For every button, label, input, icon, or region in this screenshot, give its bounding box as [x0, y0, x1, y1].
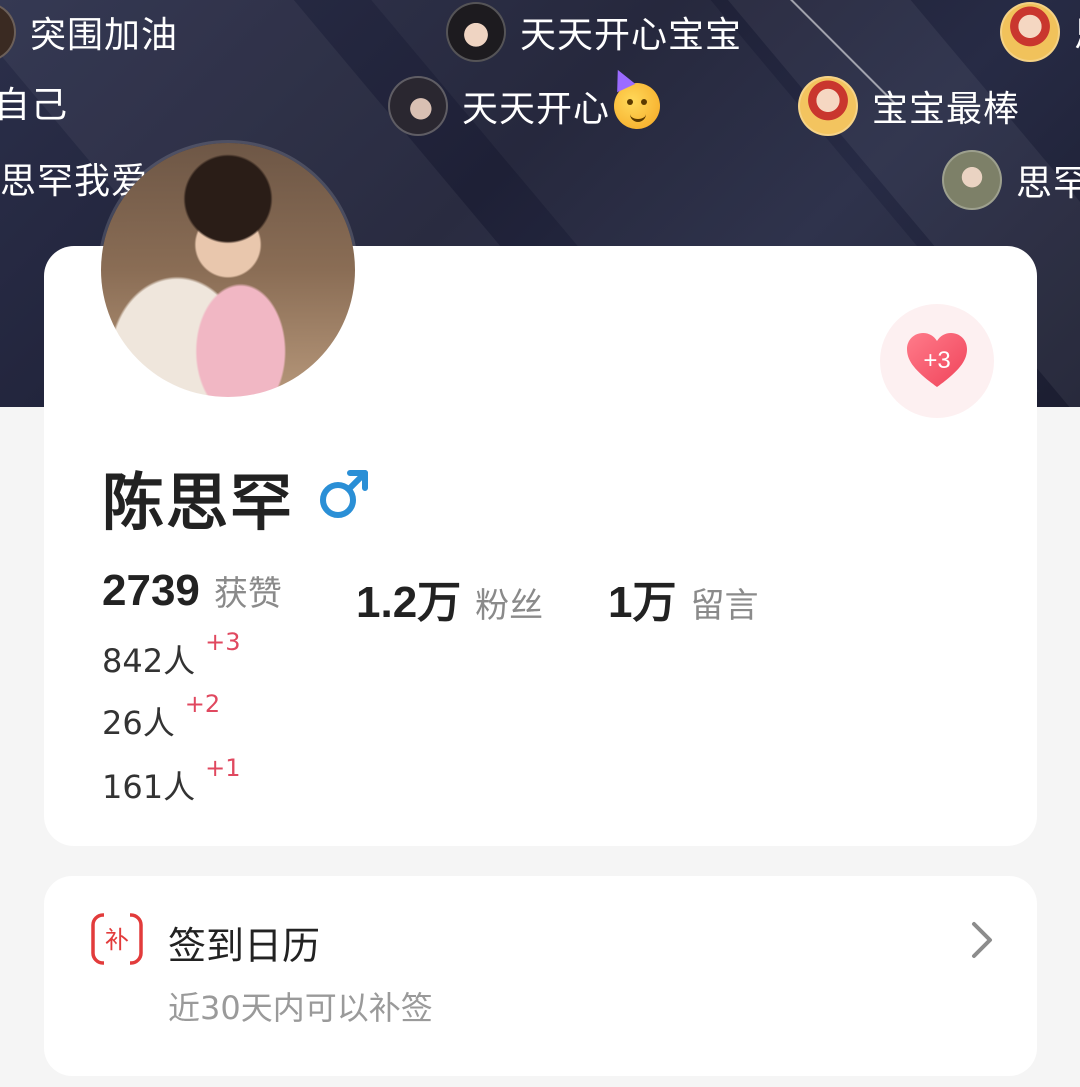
sub-stat-delta: +3 — [205, 628, 241, 656]
danmu-item[interactable]: 天天开心 — [388, 65, 661, 136]
sub-stat-count: 161人 — [102, 768, 196, 806]
danmu-text: 自己 — [0, 85, 69, 126]
sub-stat-delta: +2 — [184, 690, 221, 718]
like-button[interactable]: +3 — [880, 304, 994, 418]
danmu-avatar — [942, 150, 1002, 210]
danmu-item[interactable]: 思 — [1000, 2, 1080, 62]
danmu-text: 宝宝最棒 — [872, 89, 1021, 130]
danmu-text: 天天开心 — [462, 89, 611, 130]
checkin-icon: 补 — [91, 912, 143, 966]
sub-stat-delta: +1 — [205, 754, 241, 782]
party-emoji-icon — [608, 65, 661, 129]
checkin-icon-text: 补 — [105, 926, 129, 954]
stat-number: 1万 — [608, 578, 677, 627]
checkin-title: 签到日历 — [168, 924, 321, 968]
danmu-text: 天天开心宝宝 — [520, 15, 743, 56]
stat-messages[interactable]: 1万 留言 — [608, 566, 758, 630]
sub-stat-count: 842人 — [102, 642, 196, 680]
stat-label: 留言 — [690, 586, 759, 626]
danmu-item[interactable]: 突围加油 — [0, 2, 178, 62]
sub-stat-count: 26人 — [102, 704, 175, 742]
stat-fans[interactable]: 1.2万 粉丝 — [356, 566, 543, 630]
checkin-calendar-card[interactable] — [44, 876, 1037, 1076]
checkin-description: 近30天内可以补签 — [168, 989, 433, 1027]
profile-name: 陈思罕 — [102, 466, 295, 539]
danmu-item[interactable]: 思罕 — [942, 150, 1080, 210]
chevron-right-icon[interactable] — [966, 920, 996, 960]
stat-number: 1.2万 — [356, 578, 462, 627]
danmu-avatar — [0, 2, 16, 62]
stat-label: 获赞 — [213, 574, 282, 614]
danmu-avatar — [1000, 2, 1060, 62]
sub-stat-row: 26人 +2 — [102, 690, 220, 744]
sub-stat-row: 842人 +3 — [102, 628, 240, 682]
male-icon — [320, 470, 368, 518]
danmu-avatar — [798, 76, 858, 136]
like-badge: +3 — [923, 347, 951, 374]
danmu-text: 突围加油 — [30, 15, 179, 56]
danmu-avatar — [446, 2, 506, 62]
stat-likes[interactable]: 2739 获赞 — [102, 566, 282, 616]
danmu-item[interactable]: 自己 — [0, 76, 68, 128]
danmu-avatar — [388, 76, 448, 136]
danmu-item[interactable]: 宝宝最棒 — [798, 76, 1020, 136]
stat-number: 2739 — [102, 566, 200, 615]
sub-stat-row: 161人 +1 — [102, 754, 240, 808]
danmu-text: 思 — [1074, 6, 1080, 58]
profile-avatar[interactable] — [101, 143, 355, 397]
danmu-text: 思罕 — [1016, 163, 1080, 204]
stat-label: 粉丝 — [475, 586, 544, 626]
danmu-item[interactable]: 天天开心宝宝 — [446, 2, 742, 62]
